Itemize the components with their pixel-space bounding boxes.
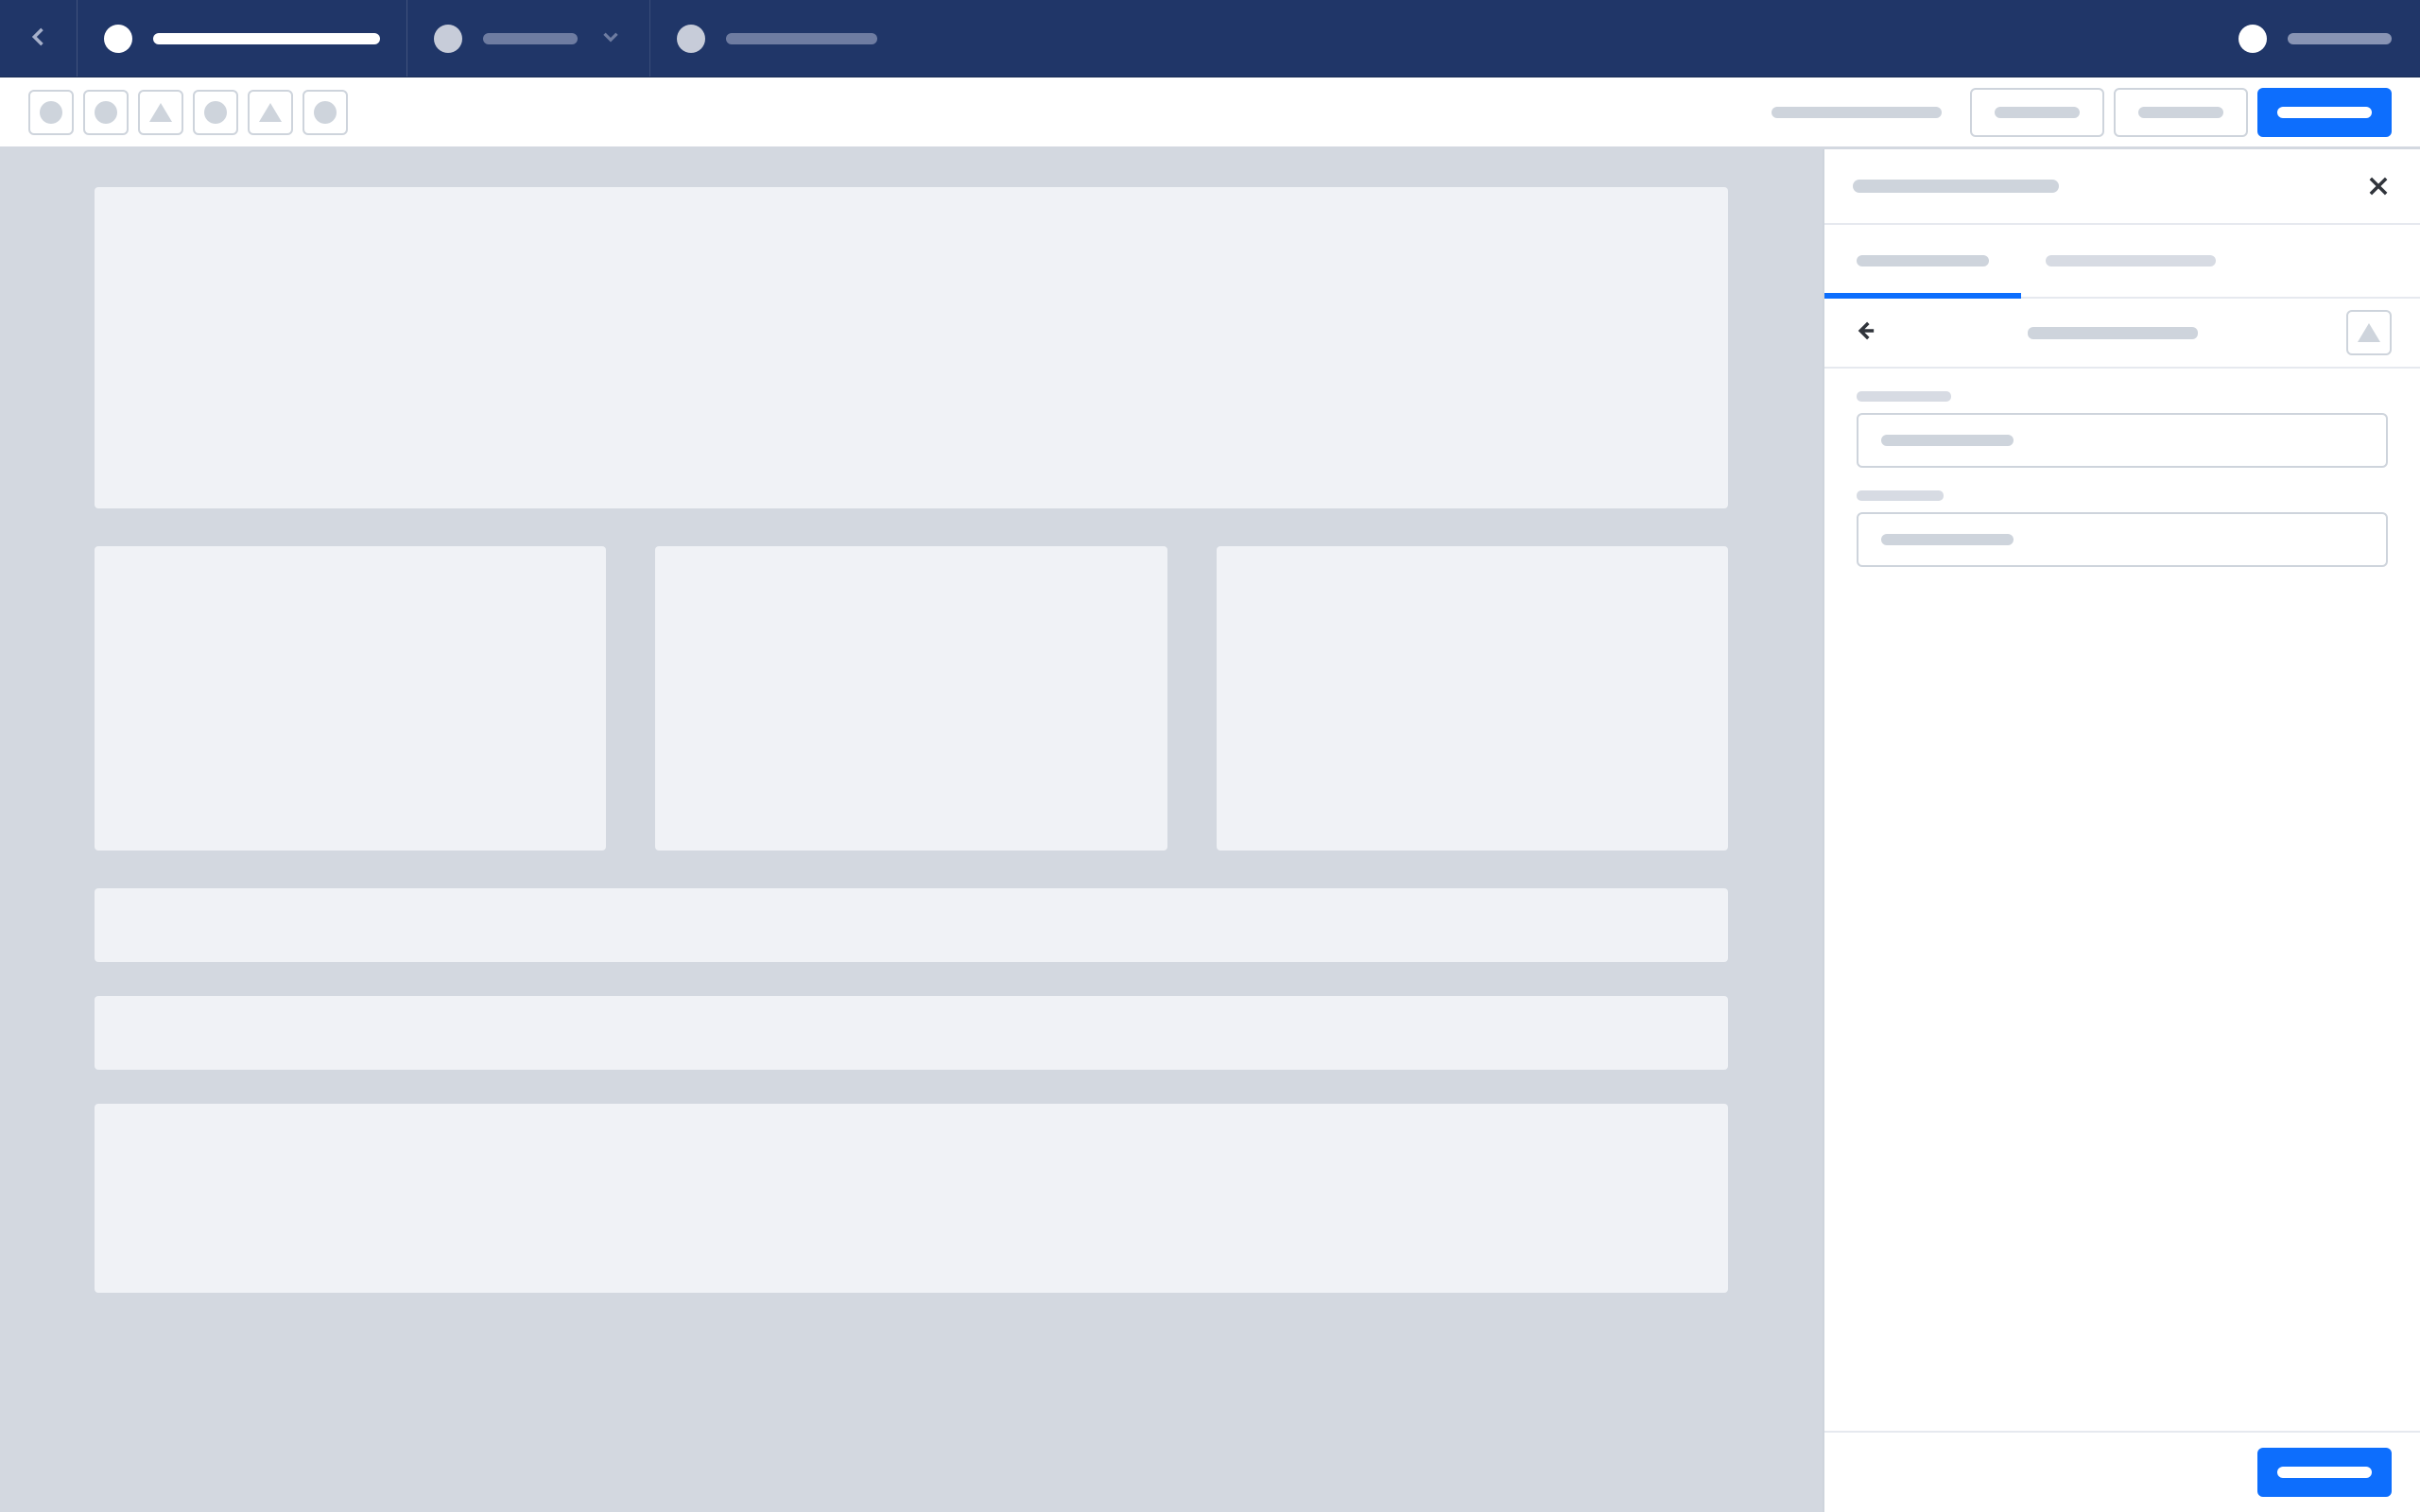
user-menu[interactable] xyxy=(2210,25,2420,53)
editor-toolbar xyxy=(0,77,2420,149)
circle-icon xyxy=(40,101,62,124)
settings-panel xyxy=(1823,149,2420,1512)
tab-design[interactable] xyxy=(2046,255,2216,266)
preview-button[interactable] xyxy=(1970,88,2104,137)
publish-button[interactable] xyxy=(2257,88,2392,137)
panel-tabs xyxy=(1824,225,2420,299)
breadcrumb-label xyxy=(726,33,877,44)
breadcrumb-label xyxy=(153,33,380,44)
panel-title xyxy=(1853,180,2059,193)
field-label xyxy=(1857,391,1951,402)
panel-body xyxy=(1824,369,2420,1431)
hero-block[interactable] xyxy=(95,187,1728,508)
toolbar-status xyxy=(1772,107,1942,118)
top-navigation xyxy=(0,0,2420,77)
field-label xyxy=(1857,490,1944,501)
tool-circle-1[interactable] xyxy=(28,90,74,135)
panel-footer xyxy=(1824,1431,2420,1512)
bar-block-2[interactable] xyxy=(95,996,1728,1070)
button-label xyxy=(2138,107,2223,118)
three-column-row xyxy=(95,546,1728,850)
input-placeholder xyxy=(1881,534,2014,545)
breadcrumb-label xyxy=(483,33,578,44)
text-input[interactable] xyxy=(1857,413,2388,468)
circle-icon xyxy=(204,101,227,124)
workspace-dot-icon xyxy=(434,25,462,53)
button-label xyxy=(2277,107,2372,118)
tool-circle-2[interactable] xyxy=(83,90,129,135)
user-label xyxy=(2288,33,2392,44)
page-canvas[interactable] xyxy=(0,149,1823,1512)
link-input[interactable] xyxy=(1857,512,2388,567)
triangle-icon xyxy=(2358,323,2380,342)
workspace-dot-icon xyxy=(677,25,705,53)
tool-circle-3[interactable] xyxy=(193,90,238,135)
chevron-down-icon xyxy=(598,25,623,53)
circle-icon xyxy=(314,101,337,124)
panel-back-button[interactable] xyxy=(1853,318,1879,348)
close-button[interactable] xyxy=(2365,173,2392,199)
close-icon xyxy=(2365,173,2392,199)
circle-icon xyxy=(95,101,117,124)
tool-triangle-2[interactable] xyxy=(248,90,293,135)
button-label xyxy=(1995,107,2080,118)
tool-circle-4[interactable] xyxy=(302,90,348,135)
bar-block-1[interactable] xyxy=(95,888,1728,962)
card-block-3[interactable] xyxy=(1217,546,1728,850)
triangle-icon xyxy=(149,103,172,122)
discard-button[interactable] xyxy=(2114,88,2248,137)
panel-pin-button[interactable] xyxy=(2346,310,2392,355)
apply-button[interactable] xyxy=(2257,1448,2392,1497)
card-block-2[interactable] xyxy=(655,546,1167,850)
arrow-left-icon xyxy=(1853,318,1879,344)
field-text xyxy=(1857,391,2388,468)
workspace-dot-icon xyxy=(104,25,132,53)
triangle-icon xyxy=(259,103,282,122)
back-button[interactable] xyxy=(0,0,78,77)
panel-sub-title xyxy=(2028,327,2198,339)
arrow-left-icon xyxy=(26,24,52,54)
breadcrumb-item-0[interactable] xyxy=(78,0,407,77)
workspace xyxy=(0,149,2420,1512)
tab-content[interactable] xyxy=(1857,255,1989,266)
avatar xyxy=(2238,25,2267,53)
wide-block[interactable] xyxy=(95,1104,1728,1293)
card-block-1[interactable] xyxy=(95,546,606,850)
panel-header xyxy=(1824,149,2420,225)
field-link xyxy=(1857,490,2388,567)
breadcrumb-item-2[interactable] xyxy=(650,0,904,77)
breadcrumb-item-1[interactable] xyxy=(407,0,650,77)
tool-triangle-1[interactable] xyxy=(138,90,183,135)
panel-subheader xyxy=(1824,299,2420,369)
input-placeholder xyxy=(1881,435,2014,446)
button-label xyxy=(2277,1467,2372,1478)
